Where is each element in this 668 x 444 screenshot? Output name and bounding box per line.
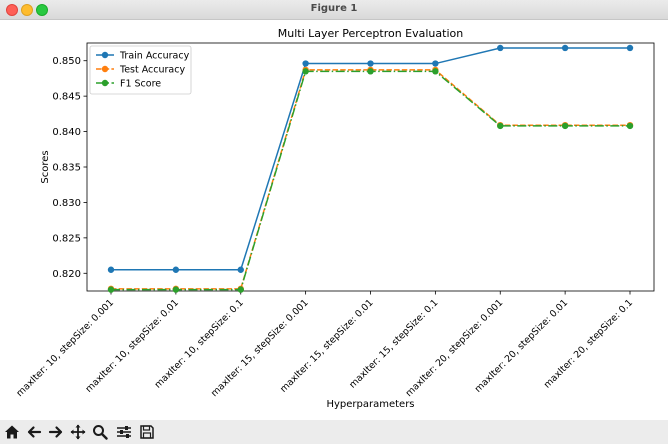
data-point (432, 68, 439, 75)
pan-button[interactable] (68, 422, 88, 442)
data-point (432, 60, 439, 67)
home-icon (5, 425, 19, 439)
y-tick-label: 0.835 (52, 163, 81, 174)
y-axis-label: Scores (40, 150, 51, 183)
data-point (237, 286, 244, 293)
legend-marker (101, 65, 109, 73)
x-axis-label: Hyperparameters (326, 399, 414, 410)
save-icon (140, 425, 154, 439)
legend-label: Test Accuracy (119, 65, 185, 76)
home-button[interactable] (2, 422, 22, 442)
line-chart: Multi Layer Perceptron Evaluation 0.820 0.… (14, 27, 655, 410)
data-point (367, 68, 374, 75)
data-point (561, 122, 569, 130)
data-point (626, 44, 634, 52)
back-arrow-icon (27, 426, 42, 438)
y-tick-label: 0.820 (52, 269, 81, 280)
legend-label: Train Accuracy (119, 51, 190, 62)
configure-subplots-icon (117, 426, 131, 438)
legend-marker (101, 51, 109, 59)
series-line-2 (111, 70, 630, 291)
data-point (497, 44, 504, 52)
data-point (107, 286, 115, 293)
pan-icon (70, 424, 86, 440)
window-title: Figure 1 (310, 3, 358, 14)
data-point (561, 44, 569, 52)
chart-title: Multi Layer Perceptron Evaluation (278, 27, 463, 40)
legend-marker (101, 79, 109, 87)
window-titlebar: Figure 1 (0, 0, 668, 20)
figure-canvas: Multi Layer Perceptron Evaluation 0.820 0.… (0, 20, 668, 420)
y-tick-label: 0.830 (52, 198, 81, 209)
data-point (302, 68, 309, 75)
navigation-toolbar (0, 420, 668, 444)
data-point (302, 60, 309, 67)
zoom-button[interactable] (90, 422, 110, 442)
data-point (237, 266, 244, 273)
data-point (172, 286, 180, 293)
y-tick-label: 0.825 (52, 233, 81, 244)
y-tick-label: 0.845 (52, 92, 81, 103)
data-point (367, 60, 374, 67)
data-point (172, 266, 180, 273)
data-point (626, 122, 634, 130)
data-point (497, 122, 504, 130)
save-button[interactable] (137, 422, 157, 442)
data-point (107, 266, 115, 273)
forward-button[interactable] (46, 422, 66, 442)
back-button[interactable] (24, 422, 44, 442)
y-tick-label: 0.850 (52, 56, 81, 67)
y-tick-label: 0.840 (52, 127, 81, 138)
zoom-icon (93, 425, 108, 440)
forward-arrow-icon (48, 426, 63, 438)
legend-label: F1 Score (120, 79, 161, 90)
configure-subplots-button[interactable] (114, 422, 134, 442)
series-line-1 (111, 69, 630, 290)
